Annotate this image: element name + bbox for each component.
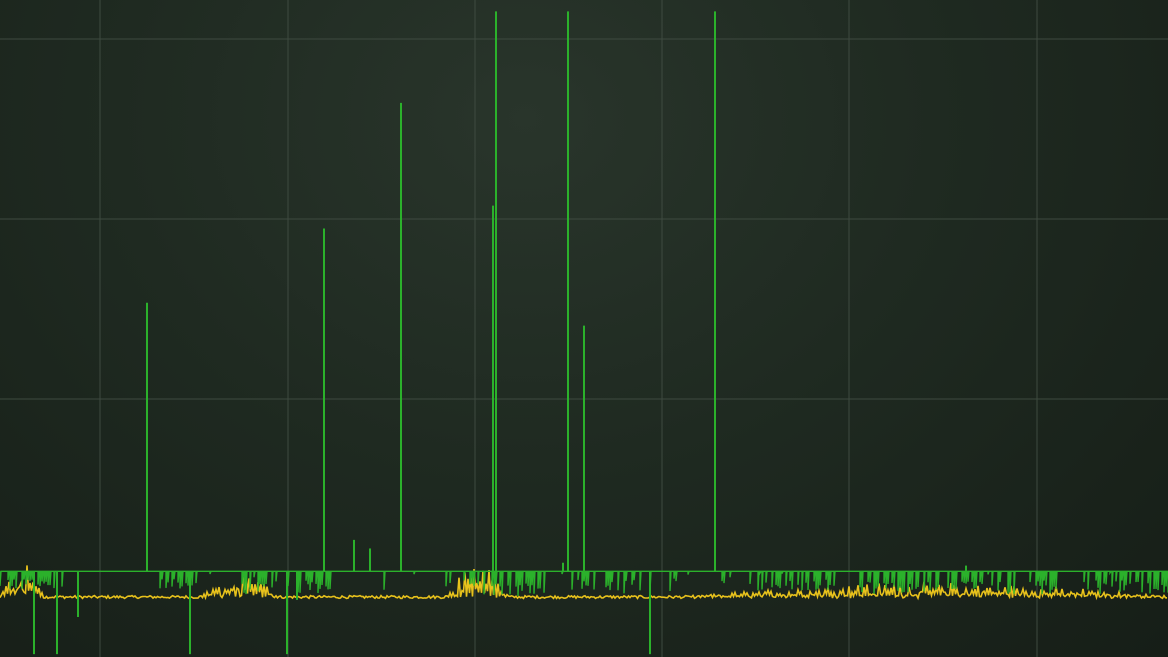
- oscilloscope-display: [0, 0, 1168, 657]
- series-layer: [0, 11, 1168, 655]
- scope-plot: [0, 0, 1168, 657]
